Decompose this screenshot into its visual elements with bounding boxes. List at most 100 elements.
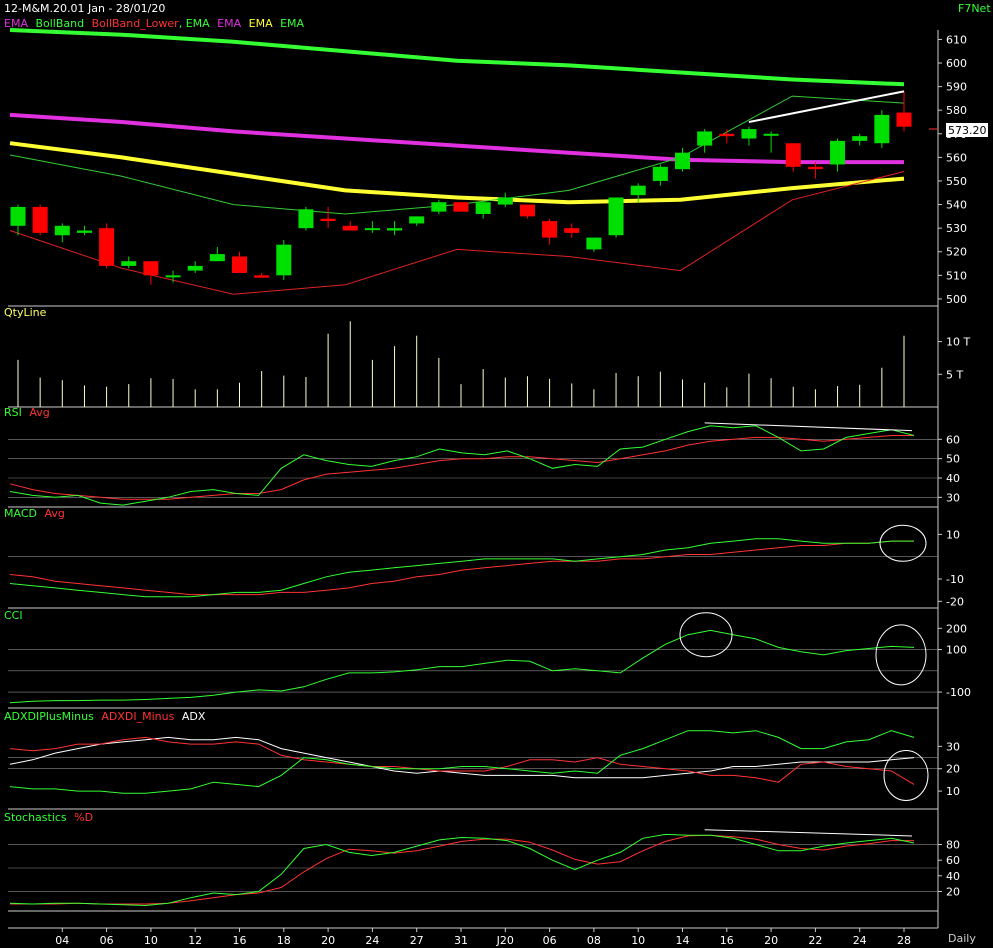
panel-layer: [9, 28, 929, 907]
y-tick-label: 30: [946, 740, 960, 753]
candle-body: [830, 140, 846, 165]
candle-body: [54, 225, 70, 236]
candle-body: [298, 209, 314, 229]
rsi-legend: RSI Avg: [4, 406, 50, 419]
legend-macd: MACD: [4, 507, 37, 520]
candle-body: [121, 261, 137, 266]
candle-body: [586, 237, 602, 250]
legend-rsi-avg: Avg: [29, 406, 49, 419]
y-tick-label: 590: [946, 81, 967, 94]
candle-body: [896, 112, 912, 127]
legend-ema-5: EMA: [280, 17, 304, 30]
x-tick-label: 18: [277, 934, 291, 947]
y-tick-label: 60: [946, 854, 960, 867]
candle-body: [542, 221, 558, 238]
ema-short-line: [9, 141, 905, 205]
x-tick-label: 24: [365, 934, 379, 947]
cci-legend: CCI: [4, 609, 23, 622]
candle-body: [608, 197, 624, 236]
candle-body: [431, 202, 447, 212]
price-legend: EMA BollBand BollBand_Lower, EMA EMA EMA…: [4, 17, 305, 30]
y-tick-label: 580: [946, 104, 967, 117]
candle-body: [387, 228, 403, 231]
x-tick-label: 24: [853, 934, 867, 947]
legend-di-plus: ADXDIPlusMinus: [4, 710, 94, 723]
y-tick-label: 200: [946, 622, 967, 635]
y-tick-label: 530: [946, 222, 967, 235]
x-tick-label: 06: [543, 934, 557, 947]
candle-body: [564, 228, 580, 233]
legend-ema-2-label: EMA: [186, 17, 210, 30]
y-tick-label: 610: [946, 33, 967, 46]
candle-body: [209, 254, 225, 262]
legend-ema-3: EMA: [217, 17, 241, 30]
candle-body: [232, 256, 247, 273]
candle-body: [807, 166, 823, 170]
x-tick-label: 31: [454, 934, 468, 947]
chart-canvas: 5005105205305405505605705805906006105 T1…: [4, 2, 991, 947]
candle-body: [187, 265, 203, 271]
rsi-avg-line: [9, 435, 914, 500]
legend-di-minus: ADXDI_Minus: [101, 710, 174, 723]
y-tick-label: 540: [946, 199, 967, 212]
x-tick-label: 10: [144, 934, 158, 947]
y-tick-label: 40: [946, 870, 960, 883]
legend-bollband-lower: BollBand_Lower: [92, 17, 180, 30]
brand-label: F7Net: [958, 2, 991, 15]
x-tick-label: 12: [188, 934, 202, 947]
y-tick-label: 60: [946, 433, 960, 446]
x-tick-label: J20: [496, 934, 514, 947]
di-minus-line: [9, 736, 915, 785]
stoch-trendline: [704, 829, 913, 837]
y-tick-label: 40: [946, 472, 960, 485]
candle-body: [453, 202, 469, 212]
candle-body: [519, 204, 535, 217]
candle-body: [652, 166, 668, 181]
candle-body: [10, 206, 26, 226]
y-tick-label: 5 T: [946, 368, 963, 381]
stoch-k-line: [9, 833, 915, 907]
candle-body: [785, 143, 801, 167]
y-tick-label: -100: [946, 686, 971, 699]
candle-body: [276, 244, 292, 276]
y-tick-label: 560: [946, 151, 967, 164]
x-tick-label: 10: [631, 934, 645, 947]
candle-body: [143, 261, 159, 276]
axis-layer: 5005105205305405505605705805906006105 T1…: [55, 33, 971, 947]
cci-annotation-circle-2: [875, 624, 927, 686]
candle-body: [364, 228, 380, 231]
y-tick-label: 500: [946, 293, 967, 306]
x-tick-label: 20: [321, 934, 335, 947]
x-tick-label: 27: [410, 934, 424, 947]
candle-body: [697, 131, 713, 146]
legend-ema-1: EMA: [4, 17, 28, 30]
y-tick-label: -20: [946, 595, 964, 608]
ema-mid-line: [9, 112, 904, 165]
y-tick-label: 550: [946, 175, 967, 188]
candle-body: [342, 225, 358, 231]
candle-body: [874, 114, 890, 144]
y-tick-label: 10: [946, 785, 960, 798]
legend-rsi: RSI: [4, 406, 22, 419]
macd-avg-line: [9, 540, 914, 596]
candle-body: [497, 197, 513, 205]
legend-bollband: BollBand: [35, 17, 84, 30]
stoch-legend: Stochastics %D: [4, 811, 93, 824]
x-tick-label: 16: [233, 934, 247, 947]
candle-body: [76, 230, 92, 233]
last-price-label: 573.20: [948, 124, 987, 137]
rsi-line: [9, 425, 915, 506]
y-tick-label: 20: [946, 763, 960, 776]
y-tick-label: 50: [946, 453, 960, 466]
candle-body: [475, 202, 491, 214]
volume-legend: QtyLine: [4, 306, 47, 319]
x-tick-label: 28: [897, 934, 911, 947]
x-tick-label: 16: [720, 934, 734, 947]
macd-legend: MACD Avg: [4, 507, 65, 520]
y-tick-label: 30: [946, 491, 960, 504]
y-tick-label: 10: [946, 528, 960, 541]
timeframe-label[interactable]: Daily: [948, 932, 976, 945]
x-tick-label: 14: [676, 934, 690, 947]
y-tick-label: 600: [946, 57, 967, 70]
macd-annotation-circle: [879, 524, 927, 562]
